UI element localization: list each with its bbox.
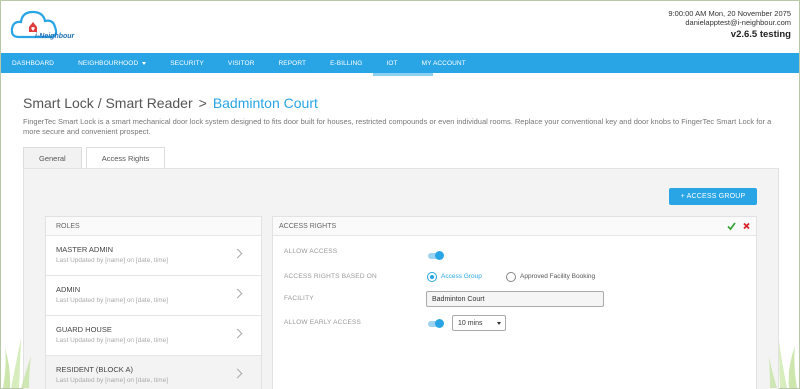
app-header: i-Neighbour 9:00:00 AM Mon, 20 November …: [1, 1, 799, 53]
radio-access-group-label[interactable]: Access Group: [441, 273, 482, 280]
nav-active-indicator: [373, 73, 433, 76]
tab-access-rights[interactable]: Access Rights: [85, 147, 166, 169]
roles-header: ROLES: [46, 217, 261, 236]
early-access-toggle[interactable]: [428, 319, 444, 328]
early-access-label: ALLOW EARLY ACCESS: [284, 319, 362, 326]
radio-access-group[interactable]: [427, 272, 437, 282]
role-meta: Last Updated by [name] on [date, time]: [56, 297, 169, 304]
role-item-resident-block-a[interactable]: RESIDENT (BLOCK A) Last Updated by [name…: [46, 356, 261, 389]
nav-label: REPORT: [278, 59, 307, 67]
radio-facility-booking[interactable]: [506, 272, 516, 282]
nav-visitor[interactable]: VISITOR: [228, 60, 255, 67]
caret-down-icon: [497, 322, 501, 325]
nav-e-billing[interactable]: E-BILLING: [330, 60, 362, 67]
check-icon[interactable]: [727, 221, 736, 231]
facility-input[interactable]: Badminton Court: [426, 291, 604, 307]
select-value: 10 mins: [458, 319, 483, 327]
app-version: v2.6.5 testing: [730, 29, 791, 40]
early-access-duration-select[interactable]: 10 mins: [452, 315, 506, 331]
facility-label: FACILITY: [284, 295, 314, 302]
brand-name: i-Neighbour: [35, 33, 75, 40]
tab-label: General: [39, 153, 66, 163]
based-on-label: ACCESS RIGHTS BASED ON: [284, 273, 377, 280]
page-title-subtitle: Badminton Court: [212, 95, 318, 111]
allow-access-label: ALLOW ACCESS: [284, 248, 338, 255]
add-access-group-button[interactable]: + ACCESS GROUP: [669, 188, 757, 205]
header-user-info: 9:00:00 AM Mon, 20 November 2075 daniela…: [668, 9, 791, 40]
nav-label: IOT: [386, 59, 398, 67]
roles-panel: ROLES MASTER ADMIN Last Updated by [name…: [45, 216, 262, 389]
grass-decoration-right: [769, 340, 797, 388]
main-navbar: DASHBOARD NEIGHBOURHOOD SECURITY VISITOR…: [1, 53, 799, 73]
role-name: MASTER ADMIN: [56, 245, 114, 254]
role-name: GUARD HOUSE: [56, 325, 112, 334]
access-rights-title: ACCESS RIGHTS: [279, 222, 337, 230]
nav-security[interactable]: SECURITY: [170, 60, 204, 67]
role-meta: Last Updated by [name] on [date, time]: [56, 257, 169, 264]
nav-label: MY ACCOUNT: [421, 59, 466, 67]
breadcrumb-separator: >: [198, 95, 207, 111]
nav-label: SECURITY: [170, 59, 204, 67]
nav-label: NEIGHBOURHOOD: [78, 59, 139, 67]
role-name: RESIDENT (BLOCK A): [56, 365, 133, 374]
header-datetime: 9:00:00 AM Mon, 20 November 2075: [668, 9, 791, 18]
cloud-logo-icon[interactable]: [9, 7, 84, 49]
close-icon[interactable]: [742, 221, 751, 231]
page-title: Smart Lock / Smart Reader > Badminton Cour…: [23, 95, 318, 111]
grass-decoration-left: [3, 338, 31, 388]
role-item-admin[interactable]: ADMIN Last Updated by [name] on [date, t…: [46, 276, 261, 316]
role-item-master-admin[interactable]: MASTER ADMIN Last Updated by [name] on […: [46, 236, 261, 276]
page-description: FingerTec Smart Lock is a smart mechanic…: [23, 117, 772, 136]
role-meta: Last Updated by [name] on [date, time]: [56, 377, 169, 384]
nav-dashboard[interactable]: DASHBOARD: [12, 60, 54, 67]
nav-neighbourhood[interactable]: NEIGHBOURHOOD: [78, 59, 147, 67]
radio-facility-booking-label[interactable]: Approved Facility Booking: [520, 273, 595, 280]
nav-iot[interactable]: IOT: [386, 60, 397, 67]
header-user-email[interactable]: danielapptest@i-neighbour.com: [668, 18, 791, 27]
tab-label: Access Rights: [101, 154, 150, 163]
access-rights-header: ACCESS RIGHTS: [273, 217, 756, 236]
role-meta: Last Updated by [name] on [date, time]: [56, 337, 169, 344]
nav-label: DASHBOARD: [12, 59, 55, 67]
role-item-guard-house[interactable]: GUARD HOUSE Last Updated by [name] on [d…: [46, 316, 261, 356]
role-name: ADMIN: [56, 285, 81, 294]
nav-label: VISITOR: [227, 59, 255, 67]
allow-access-toggle[interactable]: [428, 251, 444, 260]
nav-label: E-BILLING: [330, 59, 363, 67]
nav-report[interactable]: REPORT: [279, 60, 307, 67]
tab-bar: General Access Rights: [23, 147, 169, 169]
caret-down-icon: [142, 61, 147, 65]
tab-general[interactable]: General: [23, 147, 82, 168]
page-title-main: Smart Lock / Smart Reader: [23, 95, 193, 111]
nav-my-account[interactable]: MY ACCOUNT: [422, 60, 466, 67]
